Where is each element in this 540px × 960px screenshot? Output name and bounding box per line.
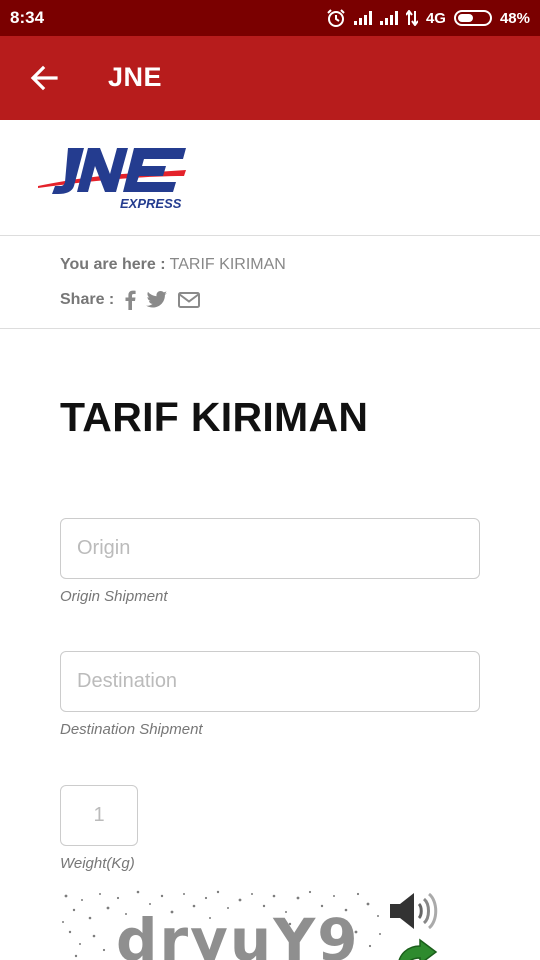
battery-icon [453,10,492,26]
status-bar: 8:34 4G 48% [0,0,540,36]
origin-input[interactable] [60,518,480,579]
weight-input[interactable] [60,785,138,846]
network-type: 4G [425,9,446,27]
battery-level: 48% [499,9,530,27]
share-label: Share : [60,291,115,308]
status-icons: 4G 48% [326,8,530,28]
breadcrumb-current: TARIF KIRIMAN [169,256,286,273]
speaker-icon[interactable] [388,890,440,932]
page-title: TARIF KIRIMAN [60,394,369,440]
destination-input[interactable] [60,651,480,712]
captcha-image: dryuY9 [60,888,386,960]
status-time: 8:34 [10,8,45,27]
twitter-icon[interactable] [146,291,168,309]
mail-icon[interactable] [178,292,201,308]
data-transfer-icon [405,10,418,26]
breadcrumb-section: You are here : TARIF KIRIMAN Share : [0,236,540,329]
signal-icon [379,11,398,25]
origin-hint: Origin Shipment [60,588,168,605]
arrow-left-icon[interactable] [28,62,60,94]
captcha-text: dryuY9 [116,906,360,960]
share-bar: Share : [60,290,201,310]
logo-header: EXPRESS [0,120,540,236]
alarm-icon [327,9,345,27]
destination-hint: Destination Shipment [60,721,203,738]
app-title: JNE [108,62,163,92]
logo-tagline: EXPRESS [120,196,182,211]
jne-logo[interactable]: EXPRESS [36,142,196,212]
weight-hint: Weight(Kg) [60,855,135,872]
signal-icon [353,11,372,25]
app-bar: JNE [0,36,540,120]
facebook-icon[interactable] [124,290,136,310]
refresh-icon[interactable] [392,938,440,960]
breadcrumb: You are here : TARIF KIRIMAN [60,256,286,274]
breadcrumb-label: You are here : [60,256,166,273]
